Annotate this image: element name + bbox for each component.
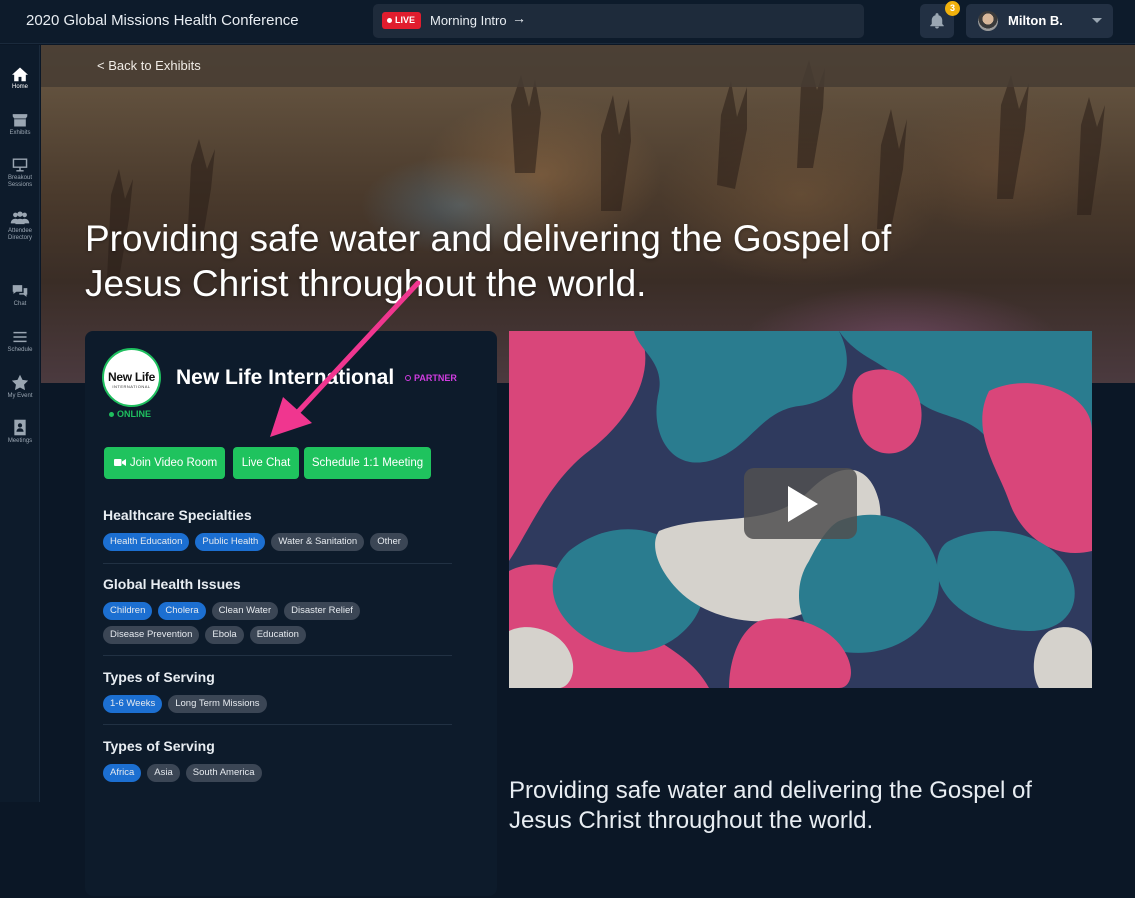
notification-count-badge: 3 <box>945 1 960 16</box>
sidebar-item-label: Chat <box>13 301 27 307</box>
user-menu-button[interactable]: Milton B. <box>966 4 1113 38</box>
partner-badge: PARTNER <box>405 373 457 383</box>
app-title: 2020 Global Missions Health Conference <box>26 12 299 29</box>
tag-chip[interactable]: Clean Water <box>211 602 279 620</box>
sidebar-item-label: Schedule <box>7 347 33 353</box>
tag-chip[interactable]: Ebola <box>205 626 244 644</box>
chat-icon <box>12 285 28 297</box>
section-title: Healthcare Specialties <box>103 507 252 523</box>
tag-chip[interactable]: Long Term Missions <box>168 695 267 713</box>
tag-list: Children Cholera Clean Water Disaster Relie… <box>103 602 453 644</box>
section-global-health-issues: Global Health Issues Children Cholera Clea… <box>103 576 453 644</box>
home-icon <box>12 67 28 82</box>
join-video-room-label: Join Video Room <box>129 457 218 469</box>
sidebar-item-my-event[interactable]: My Event <box>0 374 40 400</box>
presentation-icon <box>12 158 28 172</box>
sidebar-item-meetings[interactable]: Meetings <box>0 419 40 445</box>
exhibitor-logo: New Life INTERNATIONAL <box>102 348 161 407</box>
tag-chip[interactable]: Public Health <box>195 533 266 551</box>
play-button[interactable] <box>744 468 857 539</box>
sidebar-item-attendee-directory[interactable]: Attendee Directory <box>0 210 40 242</box>
star-icon <box>11 374 29 391</box>
sidebar-item-chat[interactable]: Chat <box>0 283 40 308</box>
online-status-label: ONLINE <box>117 409 152 419</box>
tag-chip[interactable]: 1-6 Weeks <box>103 695 163 713</box>
tag-list: Africa Asia South America <box>103 764 453 782</box>
logo-subtext: INTERNATIONAL <box>112 384 151 389</box>
tag-chip[interactable]: Disaster Relief <box>284 602 360 620</box>
logo-wordmark: New Life <box>108 370 155 384</box>
video-player[interactable] <box>509 331 1092 688</box>
live-badge: LIVE <box>382 12 422 29</box>
sidebar-item-home[interactable]: Home <box>0 66 40 91</box>
divider <box>103 655 452 656</box>
exhibitor-description: Providing safe water and delivering the … <box>509 777 1032 834</box>
sidebar-item-label: Home <box>11 84 28 90</box>
section-title: Types of Serving <box>103 669 215 685</box>
live-badge-label: LIVE <box>395 15 416 25</box>
section-title: Global Health Issues <box>103 576 241 592</box>
people-icon <box>10 211 30 225</box>
tag-chip[interactable]: Other <box>370 533 408 551</box>
storefront-icon <box>12 114 28 127</box>
tag-list: Health Education Public Health Water & San… <box>103 533 453 551</box>
bell-icon <box>930 13 944 29</box>
section-types-of-serving: Types of Serving 1-6 Weeks Long Term Miss… <box>103 669 453 713</box>
tag-chip[interactable]: Cholera <box>158 602 206 620</box>
divider <box>103 563 452 564</box>
hero-top-band <box>41 45 1135 87</box>
tag-list: 1-6 Weeks Long Term Missions <box>103 695 453 713</box>
live-dot-icon <box>387 18 392 23</box>
back-to-exhibits-link[interactable]: < Back to Exhibits <box>97 58 201 73</box>
tag-chip[interactable]: Water & Sanitation <box>271 533 365 551</box>
online-status: ONLINE <box>109 409 151 419</box>
section-types-of-serving-regions: Types of Serving Africa Asia South America <box>103 738 453 782</box>
sidebar-item-label: Breakout Sessions <box>7 175 33 188</box>
play-icon <box>788 486 818 522</box>
join-video-room-button[interactable]: Join Video Room <box>104 447 225 479</box>
live-chat-button[interactable]: Live Chat <box>233 447 299 479</box>
tag-chip[interactable]: Africa <box>103 764 142 782</box>
top-bar: 2020 Global Missions Health Conference L… <box>0 0 1135 44</box>
sidebar: Home Exhibits Breakout Sessions Attendee… <box>0 45 40 802</box>
partner-badge-label: PARTNER <box>414 373 457 383</box>
schedule-meeting-button[interactable]: Schedule 1:1 Meeting <box>304 447 431 479</box>
sidebar-item-label: My Event <box>7 393 33 399</box>
video-camera-icon <box>114 459 126 466</box>
divider <box>103 724 452 725</box>
partner-circle-icon <box>405 375 411 381</box>
sidebar-item-label: Meetings <box>7 438 33 444</box>
notifications-button[interactable]: 3 <box>920 1 960 38</box>
tag-chip[interactable]: Education <box>249 626 306 644</box>
live-session-bar[interactable]: LIVE Morning Intro → <box>373 4 864 38</box>
live-session-title[interactable]: Morning Intro <box>430 13 507 28</box>
user-name: Milton B. <box>1008 13 1063 28</box>
tag-chip[interactable]: Health Education <box>103 533 190 551</box>
sidebar-item-schedule[interactable]: Schedule <box>0 329 40 354</box>
tag-chip[interactable]: South America <box>185 764 262 782</box>
sidebar-item-label: Attendee Directory <box>7 228 33 241</box>
status-dot-icon <box>109 411 114 417</box>
arrow-right-icon[interactable]: → <box>512 10 526 26</box>
sidebar-item-label: Exhibits <box>9 130 31 136</box>
exhibitor-name: New Life International <box>176 366 395 389</box>
chevron-down-icon <box>1092 18 1102 23</box>
contact-book-icon <box>14 419 26 436</box>
section-title: Types of Serving <box>103 738 215 754</box>
hero-title: Providing safe water and delivering the … <box>85 218 892 304</box>
exhibitor-card: New Life INTERNATIONAL ONLINE New Life I… <box>85 331 497 896</box>
avatar <box>978 11 998 31</box>
sidebar-item-exhibits[interactable]: Exhibits <box>0 112 40 137</box>
list-icon <box>13 331 27 343</box>
section-healthcare-specialties: Healthcare Specialties Health Education P… <box>103 507 453 551</box>
sidebar-item-breakout-sessions[interactable]: Breakout Sessions <box>0 157 40 189</box>
tag-chip[interactable]: Disease Prevention <box>103 626 200 644</box>
tag-chip[interactable]: Children <box>103 602 153 620</box>
tag-chip[interactable]: Asia <box>147 764 180 782</box>
